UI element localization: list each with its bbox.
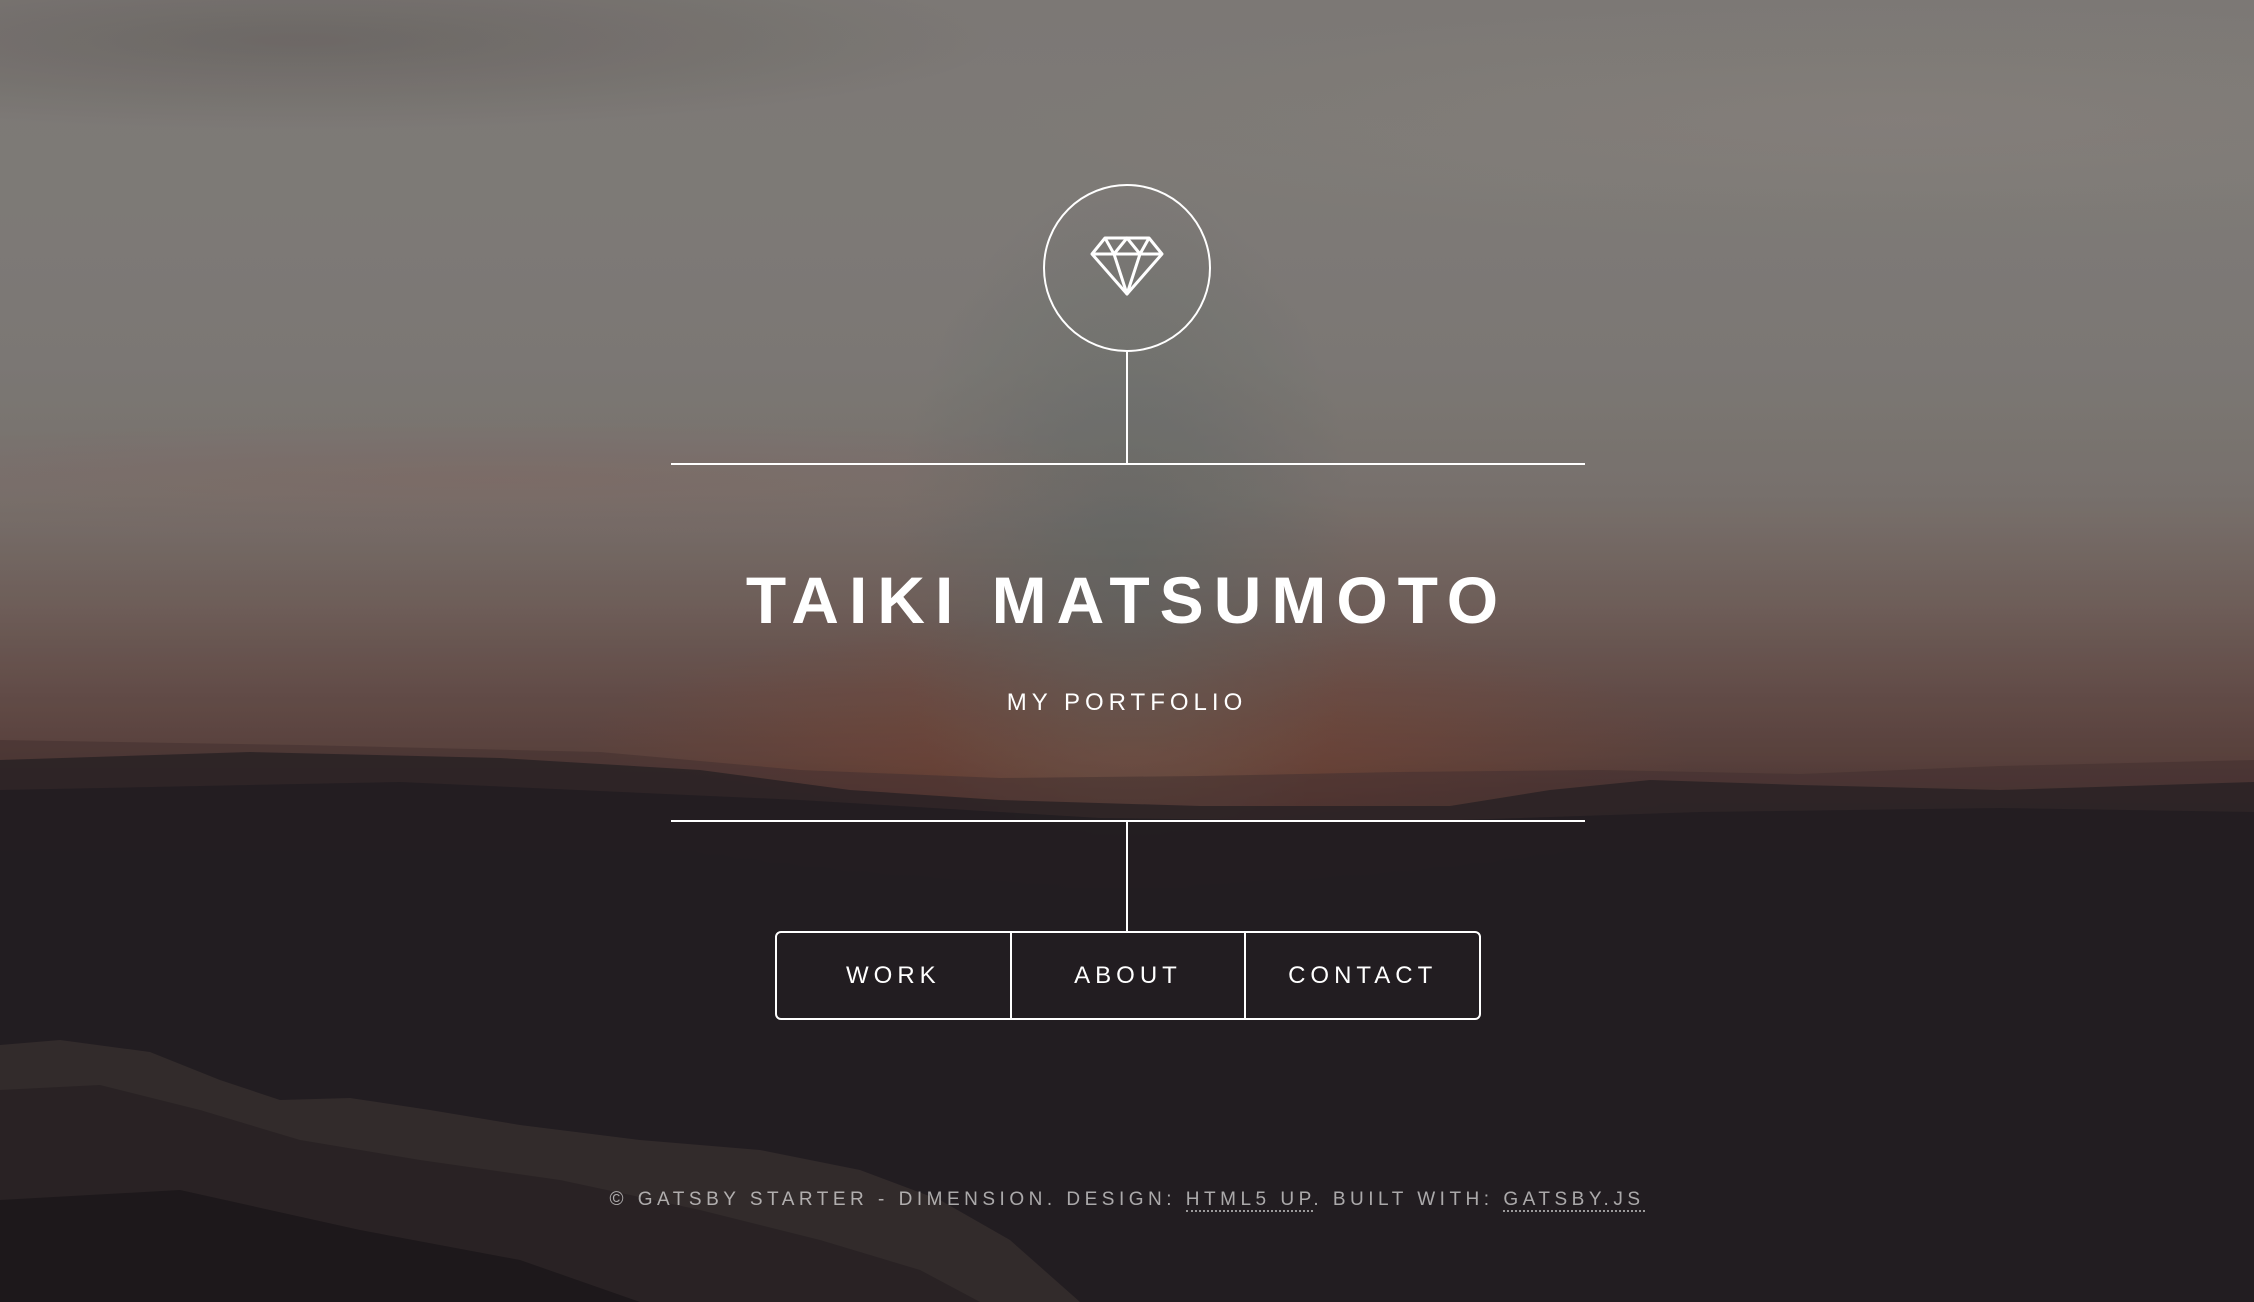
page-title: TAIKI MATSUMOTO — [745, 563, 1509, 637]
divider-bottom — [671, 820, 1585, 822]
diamond-icon — [1089, 234, 1165, 303]
gatsbyjs-link[interactable]: GATSBY.JS — [1503, 1189, 1645, 1212]
html5up-link[interactable]: HTML5 UP — [1185, 1189, 1314, 1212]
footer: © GATSBY STARTER - DIMENSION. DESIGN: HT… — [0, 1186, 2254, 1214]
nav-about-button[interactable]: ABOUT — [1009, 933, 1245, 1018]
connector-line-bottom — [1126, 822, 1128, 932]
nav-contact-button[interactable]: CONTACT — [1244, 933, 1479, 1018]
nav-work-button[interactable]: WORK — [777, 933, 1010, 1018]
connector-line-top — [1126, 352, 1128, 464]
footer-built-with-text: . BUILT WITH: — [1313, 1189, 1504, 1210]
logo — [1043, 184, 1211, 352]
divider-top — [671, 463, 1585, 465]
footer-copyright-text: © GATSBY STARTER - DIMENSION. DESIGN: — [609, 1189, 1186, 1210]
page-subtitle: MY PORTFOLIO — [1006, 689, 1248, 716]
main-nav: WORK ABOUT CONTACT — [775, 931, 1481, 1020]
